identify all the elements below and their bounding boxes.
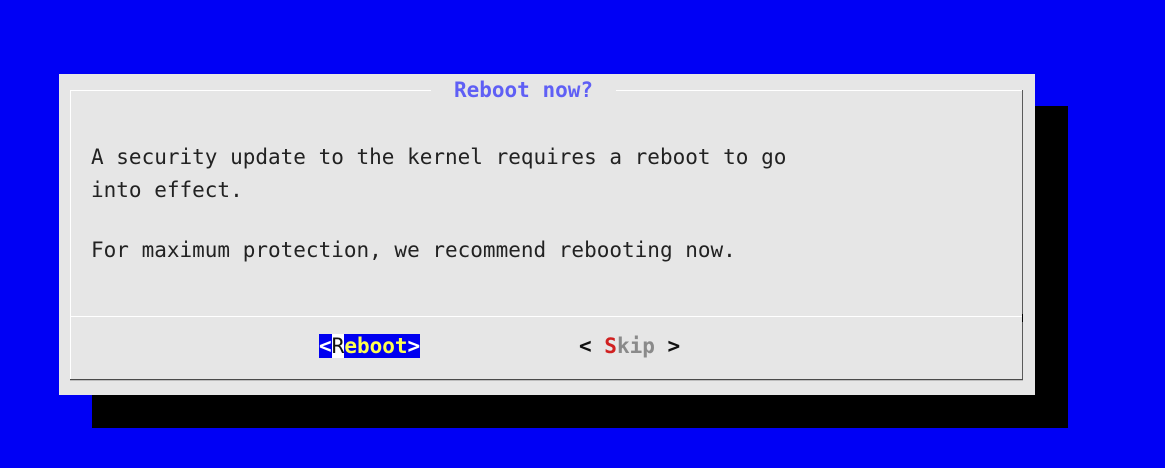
skip-hotkey: S xyxy=(604,334,617,358)
dialog-title: Reboot now? xyxy=(431,77,616,103)
skip-bracket-close: > xyxy=(654,334,681,358)
reboot-hotkey: R xyxy=(331,334,345,358)
dialog-message: A security update to the kernel requires… xyxy=(91,145,787,202)
reboot-button[interactable]: <Reboot> xyxy=(319,332,421,361)
reboot-label: eboot xyxy=(344,334,408,358)
frame-top-left xyxy=(70,90,431,91)
dialog-recommendation: For maximum protection, we recommend reb… xyxy=(91,238,736,262)
button-row: <Reboot> < Skip > xyxy=(59,329,1035,365)
skip-bracket-open: < xyxy=(579,334,605,358)
frame-bottom-shade xyxy=(70,380,1023,381)
separator-tick xyxy=(1022,314,1023,322)
skip-label: kip xyxy=(616,334,655,358)
terminal-screen: Reboot now? A security update to the ker… xyxy=(0,0,1165,468)
reboot-bracket-close: > xyxy=(407,334,421,358)
reboot-dialog: Reboot now? A security update to the ker… xyxy=(59,74,1035,395)
frame-top-right xyxy=(616,90,1023,91)
button-separator xyxy=(70,316,1023,317)
skip-button[interactable]: < Skip > xyxy=(579,332,680,361)
reboot-bracket-open: < xyxy=(319,334,332,358)
